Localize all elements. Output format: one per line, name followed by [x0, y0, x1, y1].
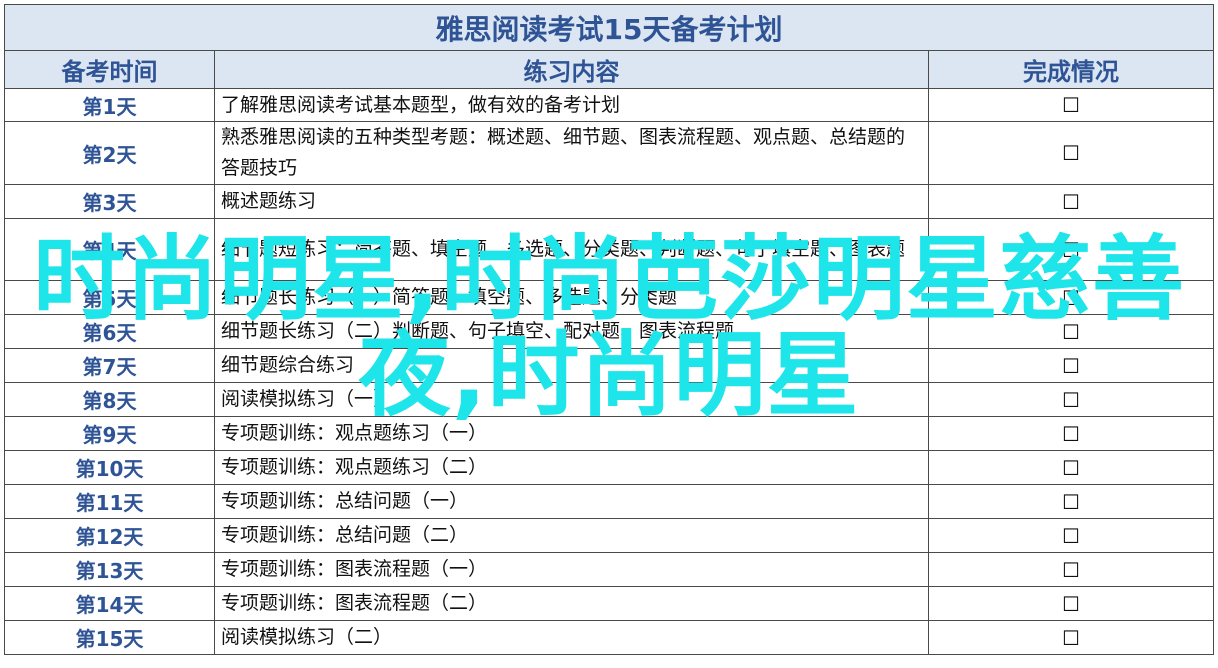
content-cell: 概述题练习: [214, 184, 929, 219]
table-row: 第2天 熟悉雅思阅读的五种类型考题：概述题、细节题、图表流程题、观点题、总结题的答…: [4, 121, 1215, 185]
completion-checkbox[interactable]: ☐: [927, 552, 1215, 587]
content-cell: 阅读模拟练习（二）: [214, 620, 929, 655]
day-cell: 第8天: [4, 382, 215, 417]
completion-checkbox[interactable]: ☐: [927, 586, 1215, 621]
content-cell: 专项题训练：图表流程题（一）: [214, 552, 929, 587]
content-cell: 细节题长练习（一）简答题、填空题、多选题、分类题: [214, 280, 929, 315]
day-cell: 第3天: [4, 184, 215, 219]
completion-checkbox[interactable]: ☐: [927, 184, 1215, 219]
table-row: 第14天 专项题训练：图表流程题（二） ☐: [4, 586, 1215, 621]
table-row: 第9天 专项题训练：观点题练习（一） ☐: [4, 416, 1215, 451]
completion-checkbox[interactable]: ☐: [927, 314, 1215, 349]
content-cell: 细节题长练习（二）判断题、句子填空、配对题、图表流程题: [214, 314, 929, 349]
study-plan-table: 雅思阅读考试15天备考计划 备考时间 练习内容 完成情况 第1天 了解雅思阅读考试…: [3, 4, 1215, 655]
day-cell: 第4天: [4, 218, 215, 281]
completion-checkbox[interactable]: ☐: [927, 218, 1215, 281]
content-cell: 了解雅思阅读考试基本题型，做有效的备考计划: [214, 88, 929, 122]
table-row: 第5天 细节题长练习（一）简答题、填空题、多选题、分类题 ☐: [4, 280, 1215, 315]
content-cell: 专项题训练：总结问题（一）: [214, 484, 929, 519]
completion-checkbox[interactable]: ☐: [927, 382, 1215, 417]
table-row: 第6天 细节题长练习（二）判断题、句子填空、配对题、图表流程题 ☐: [4, 314, 1215, 349]
content-cell: 专项题训练：总结问题（二）: [214, 518, 929, 553]
completion-checkbox[interactable]: ☐: [927, 416, 1215, 451]
day-cell: 第14天: [4, 586, 215, 621]
table-row: 第10天 专项题训练：观点题练习（二） ☐: [4, 450, 1215, 485]
content-cell: 专项题训练：观点题练习（一）: [214, 416, 929, 451]
day-cell: 第2天: [4, 121, 215, 185]
content-cell: 专项题训练：图表流程题（二）: [214, 586, 929, 621]
day-cell: 第7天: [4, 348, 215, 383]
day-cell: 第1天: [4, 88, 215, 122]
day-cell: 第12天: [4, 518, 215, 553]
content-cell: 阅读模拟练习（一）: [214, 382, 929, 417]
table-row: 第15天 阅读模拟练习（二） ☐: [4, 620, 1215, 655]
day-cell: 第11天: [4, 484, 215, 519]
completion-checkbox[interactable]: ☐: [927, 88, 1215, 122]
table-row: 第4天 细节题短练习：简答题、填空题、多选题、分类题、判断题、句子填空题、图表题 ☐: [4, 218, 1215, 281]
table-title: 雅思阅读考试15天备考计划: [3, 4, 1215, 51]
day-cell: 第13天: [4, 552, 215, 587]
completion-checkbox[interactable]: ☐: [927, 518, 1215, 553]
table-row: 第8天 阅读模拟练习（一） ☐: [4, 382, 1215, 417]
day-cell: 第15天: [4, 620, 215, 655]
table-row: 第1天 了解雅思阅读考试基本题型，做有效的备考计划 ☐: [4, 88, 1215, 122]
content-cell: 细节题短练习：简答题、填空题、多选题、分类题、判断题、句子填空题、图表题: [214, 218, 929, 281]
completion-checkbox[interactable]: ☐: [927, 348, 1215, 383]
completion-checkbox[interactable]: ☐: [927, 620, 1215, 655]
completion-checkbox[interactable]: ☐: [927, 484, 1215, 519]
table-row: 第11天 专项题训练：总结问题（一） ☐: [4, 484, 1215, 519]
content-cell: 专项题训练：观点题练习（二）: [214, 450, 929, 485]
column-header-day: 备考时间: [4, 50, 215, 89]
day-cell: 第6天: [4, 314, 215, 349]
content-cell: 细节题综合练习: [214, 348, 929, 383]
completion-checkbox[interactable]: ☐: [927, 450, 1215, 485]
day-cell: 第9天: [4, 416, 215, 451]
day-cell: 第5天: [4, 280, 215, 315]
table-row: 第12天 专项题训练：总结问题（二） ☐: [4, 518, 1215, 553]
completion-checkbox[interactable]: ☐: [927, 280, 1215, 315]
column-header-content: 练习内容: [214, 50, 929, 89]
table-row: 第13天 专项题训练：图表流程题（一） ☐: [4, 552, 1215, 587]
table-row: 第3天 概述题练习 ☐: [4, 184, 1215, 219]
completion-checkbox[interactable]: ☐: [927, 121, 1215, 185]
table-row: 第7天 细节题综合练习 ☐: [4, 348, 1215, 383]
content-cell: 熟悉雅思阅读的五种类型考题：概述题、细节题、图表流程题、观点题、总结题的答题技巧: [214, 121, 929, 185]
column-header-status: 完成情况: [927, 50, 1215, 89]
day-cell: 第10天: [4, 450, 215, 485]
